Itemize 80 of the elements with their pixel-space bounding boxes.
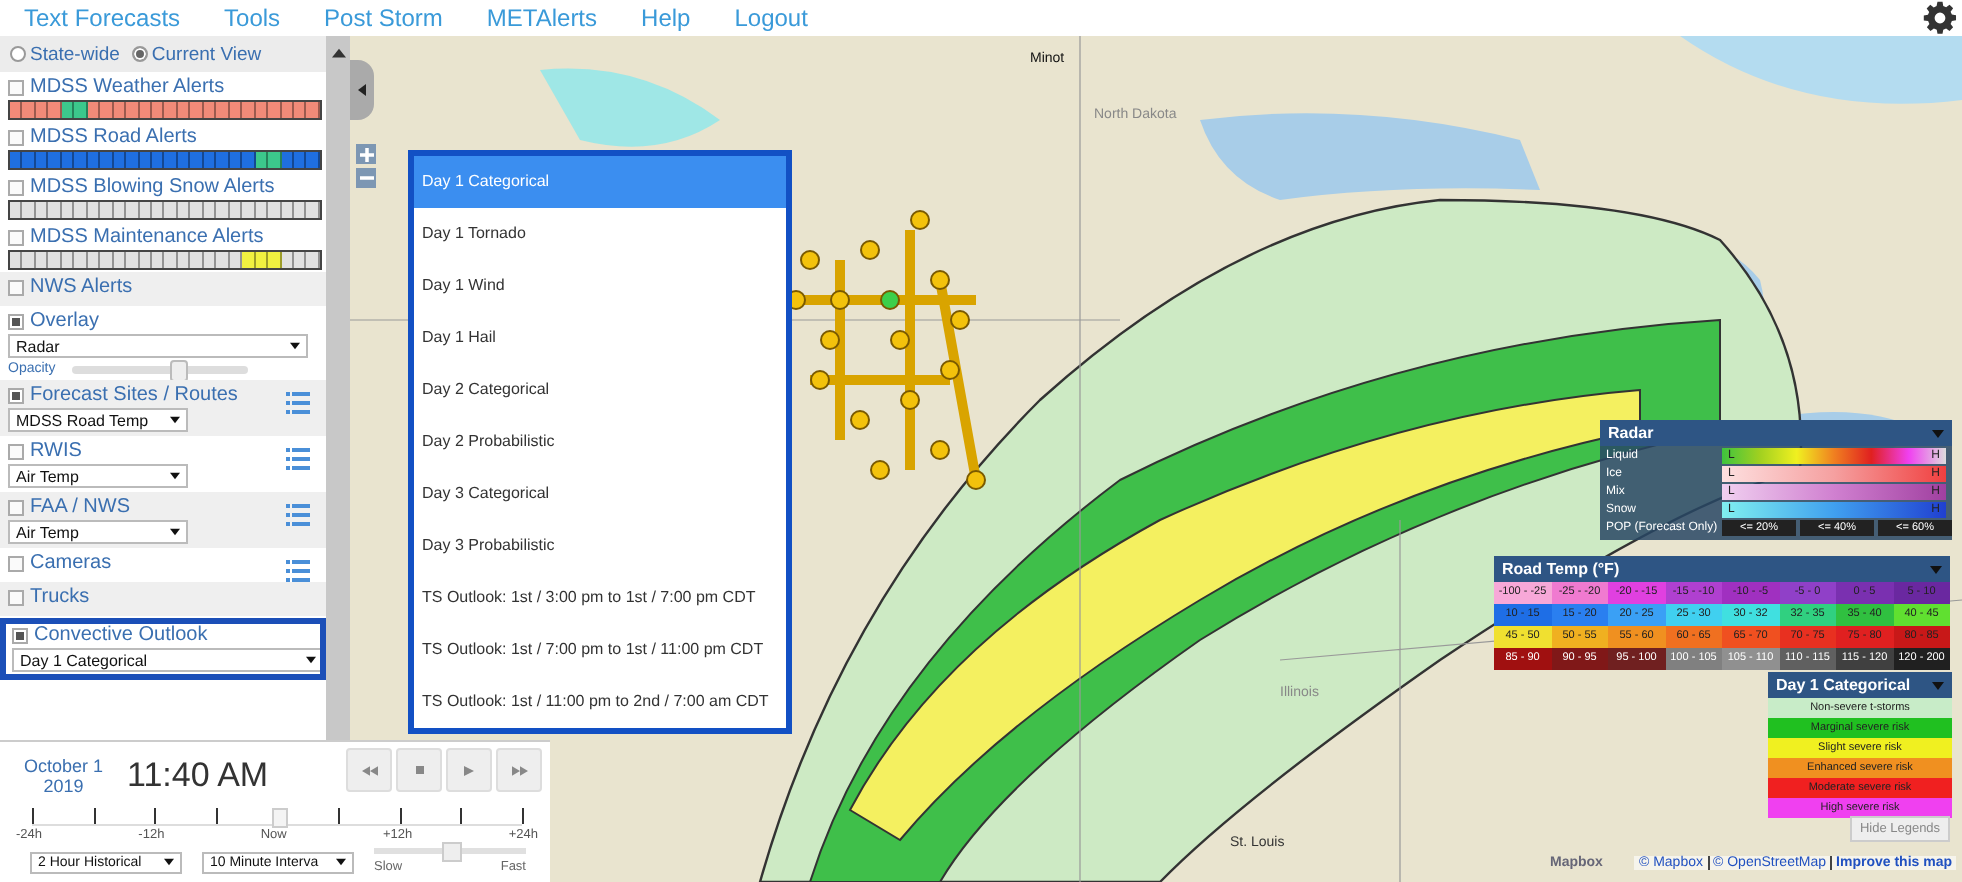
caret-icon	[336, 858, 346, 866]
outlook-option[interactable]: Day 1 Tornado	[414, 208, 786, 260]
nav-link[interactable]: Tools	[224, 4, 281, 32]
outlook-option[interactable]: Day 2 Probabilistic	[414, 416, 786, 468]
fast-forward-button[interactable]	[496, 748, 542, 792]
nav-link[interactable]: Text Forecasts	[24, 4, 181, 32]
outlook-option[interactable]: TS Outlook: 1st / 7:00 pm to 1st / 11:00 pm CDT	[414, 624, 786, 676]
caret-icon	[306, 656, 316, 664]
list-icon[interactable]	[286, 392, 310, 414]
overlay-select[interactable]: Radar	[8, 334, 308, 358]
plus-icon	[359, 147, 373, 161]
layer-checkbox[interactable]	[8, 129, 24, 145]
layer-select[interactable]: Air Temp	[8, 464, 188, 488]
caret-icon[interactable]	[1930, 565, 1942, 573]
layer-label[interactable]: Convective Outlook	[34, 624, 208, 646]
scope-radio[interactable]: Current View	[131, 43, 262, 65]
outlook-option[interactable]: TS Outlook: 1st / 3:00 pm to 1st / 7:00 pm CDT	[414, 572, 786, 624]
settings-icon[interactable]	[1922, 0, 1958, 36]
layer-checkbox[interactable]	[8, 313, 24, 329]
scope-radio[interactable]: State-wide	[10, 43, 120, 65]
layer-checkbox[interactable]	[8, 499, 24, 515]
legend-title: Radar	[1608, 424, 1654, 442]
list-icon[interactable]	[286, 560, 310, 582]
minus-icon	[359, 176, 373, 180]
stop-button[interactable]	[396, 748, 442, 792]
layer-label[interactable]: Cameras	[30, 552, 112, 574]
layer-select[interactable]: MDSS Road Temp	[8, 408, 188, 432]
nav-link[interactable]: Post Storm	[324, 4, 443, 32]
nav-link[interactable]: Help	[641, 4, 691, 32]
nav-link[interactable]: Logout	[734, 4, 808, 32]
current-time: 11:40 AM	[127, 756, 269, 796]
list-icon[interactable]	[286, 448, 310, 470]
outlook-option[interactable]: Day 3 Probabilistic	[414, 520, 786, 572]
rewind-button[interactable]	[346, 748, 392, 792]
year-label: 2019	[43, 776, 84, 796]
caret-icon	[290, 342, 300, 350]
collapse-sidebar-button[interactable]	[350, 60, 374, 120]
layer-checkbox[interactable]	[8, 79, 24, 95]
layer-checkbox[interactable]	[12, 627, 28, 643]
layer-label[interactable]: Overlay	[30, 310, 99, 332]
nav-link[interactable]: METAlerts	[486, 4, 598, 32]
outlook-option[interactable]: Day 1 Wind	[414, 260, 786, 312]
caret-icon[interactable]	[1932, 681, 1944, 689]
zoom-in-button[interactable]	[356, 144, 376, 164]
outlook-option[interactable]: Day 3 Categorical	[414, 468, 786, 520]
legend-title: Day 1 Categorical	[1776, 676, 1911, 694]
play-button[interactable]	[446, 748, 492, 792]
layer-checkbox[interactable]	[8, 443, 24, 459]
caret-icon	[164, 858, 174, 866]
outlook-option[interactable]: Day 1 Categorical	[414, 156, 786, 208]
caret-icon	[170, 528, 180, 536]
stop-icon	[415, 766, 423, 774]
caret-icon	[170, 416, 180, 424]
date-label: October 1	[24, 756, 104, 776]
layer-label[interactable]: FAA / NWS	[30, 496, 131, 518]
layer-checkbox[interactable]	[8, 555, 24, 571]
caret-icon	[170, 472, 180, 480]
play-icon	[464, 765, 474, 775]
left-triangle-icon	[358, 84, 366, 96]
layer-label[interactable]: RWIS	[30, 440, 82, 462]
legend-title: Road Temp (°F)	[1502, 560, 1620, 578]
fast-forward-icon	[511, 765, 527, 775]
outlook-option[interactable]: Day 2 Categorical	[414, 364, 786, 416]
list-icon[interactable]	[286, 504, 310, 526]
layer-select[interactable]: Day 1 Categorical	[12, 648, 324, 672]
zoom-out-button[interactable]	[356, 168, 376, 188]
caret-icon[interactable]	[1932, 429, 1944, 437]
layer-checkbox[interactable]	[8, 279, 24, 295]
scroll-up-icon[interactable]	[332, 48, 346, 58]
layer-checkbox[interactable]	[8, 589, 24, 605]
timeline-slider[interactable]	[32, 808, 522, 826]
rewind-icon	[361, 765, 377, 775]
outlook-option[interactable]: TS Outlook: 1st / 11:00 pm to 2nd / 7:00 am CDT	[414, 676, 786, 728]
layer-checkbox[interactable]	[8, 387, 24, 403]
outlook-option[interactable]: Day 1 Hail	[414, 312, 786, 364]
layer-label[interactable]: Forecast Sites / Routes	[30, 384, 238, 406]
layer-checkbox[interactable]	[8, 229, 24, 245]
layer-label[interactable]: Trucks	[30, 586, 90, 608]
layer-select[interactable]: Air Temp	[8, 520, 188, 544]
layer-checkbox[interactable]	[8, 179, 24, 195]
